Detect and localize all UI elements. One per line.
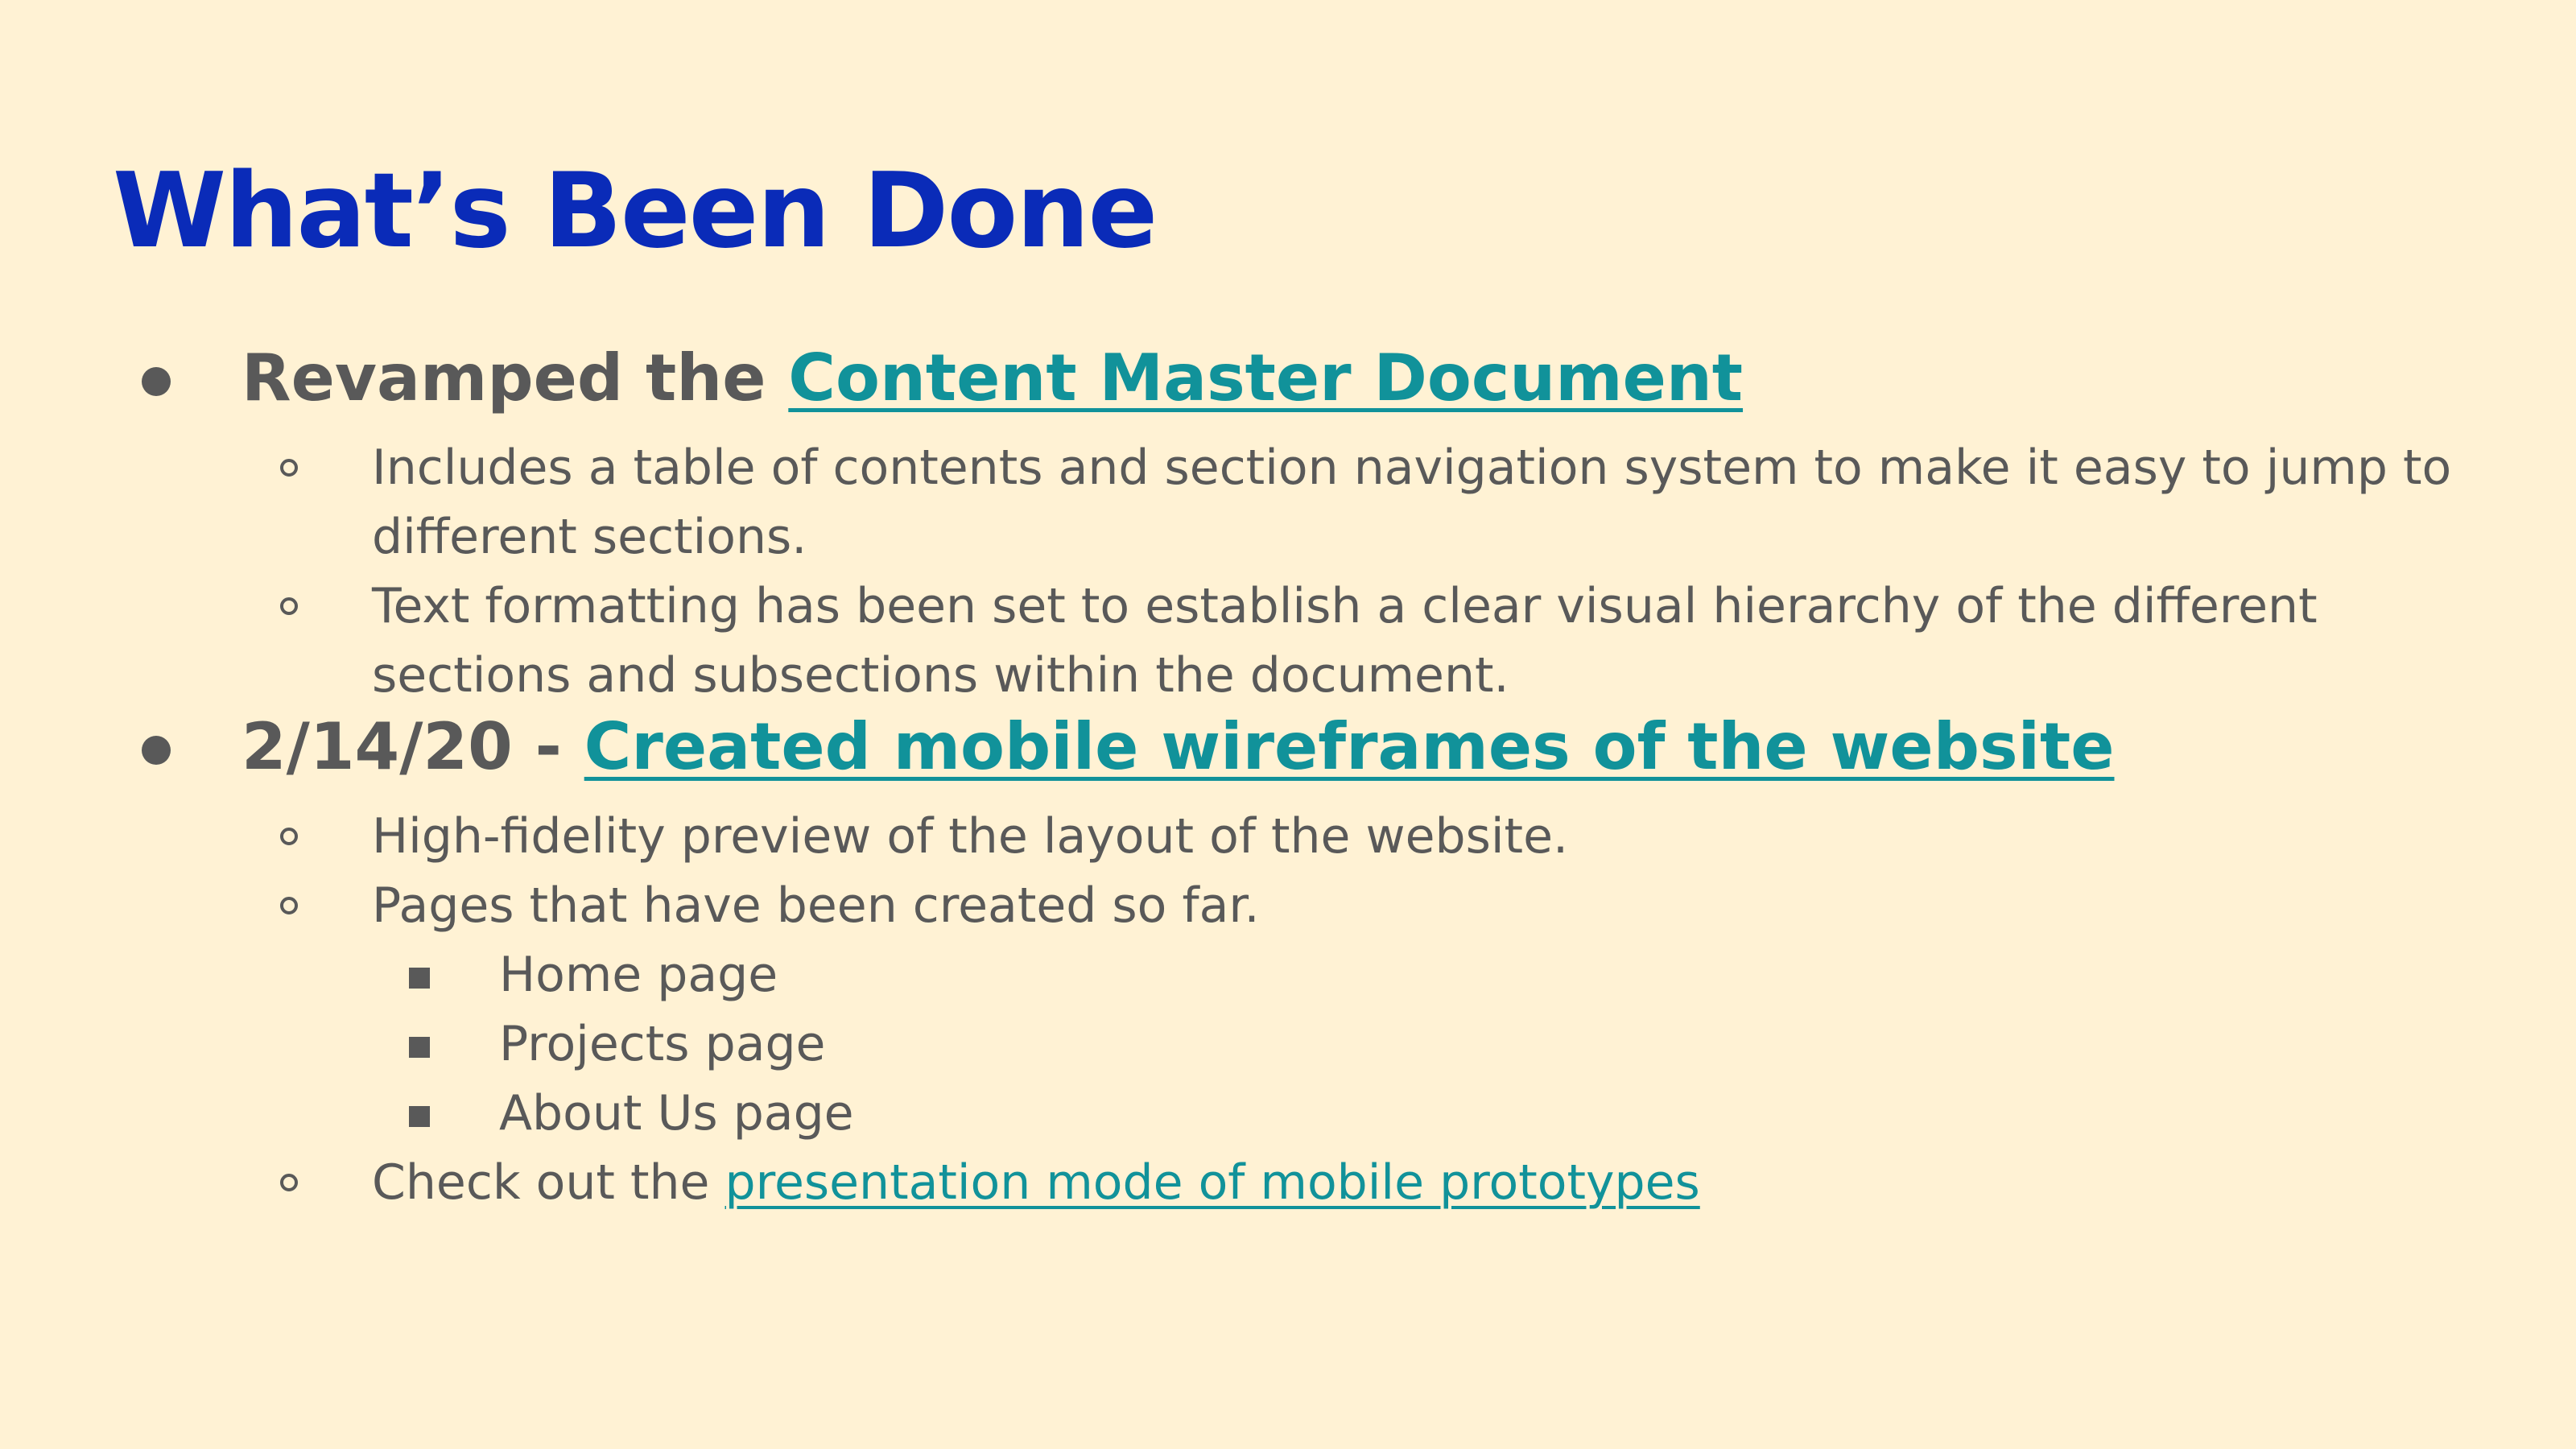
square-bullet-icon	[409, 968, 430, 989]
bullet-item: 2/14/20 - Created mobile wireframes of t…	[0, 707, 2576, 787]
hollow-circle-icon	[280, 897, 298, 914]
page-list-item: Home page	[0, 940, 2576, 1009]
slide: What’s Been Done Revamped the Content Ma…	[0, 0, 2576, 1449]
sub-bullet-prefix: Check out the	[372, 1154, 725, 1211]
bullet-text: Revamped the Content Master Document	[242, 338, 1743, 419]
hollow-circle-icon	[280, 1174, 298, 1191]
mobile-wireframes-link[interactable]: Created mobile wireframes of the website	[584, 709, 2115, 784]
slide-title: What’s Been Done	[113, 151, 1158, 271]
bullet-prefix: Revamped the	[242, 341, 789, 415]
sub-bullet-item: Check out the presentation mode of mobil…	[0, 1148, 2576, 1217]
bullet-text: 2/14/20 - Created mobile wireframes of t…	[242, 707, 2115, 787]
bullet-dot-icon	[142, 736, 171, 765]
sub-bullet-text: Text formatting has been set to establis…	[372, 578, 2318, 704]
square-bullet-icon	[409, 1106, 430, 1127]
presentation-mode-link[interactable]: presentation mode of mobile prototypes	[725, 1154, 1700, 1211]
sub-bullet-item: High-fidelity preview of the layout of t…	[0, 802, 2576, 871]
sub-bullet-text: High-fidelity preview of the layout of t…	[372, 808, 1569, 865]
square-bullet-icon	[409, 1037, 430, 1058]
page-name: Projects page	[499, 1016, 826, 1072]
hollow-circle-icon	[280, 597, 298, 615]
bullet-prefix: 2/14/20 -	[242, 709, 584, 784]
sub-bullet-text: Check out the presentation mode of mobil…	[372, 1148, 2497, 1217]
sub-bullet-item: Pages that have been created so far.	[0, 871, 2576, 940]
page-list-item: Projects page	[0, 1009, 2576, 1079]
bullet-dot-icon	[142, 367, 171, 396]
sub-bullet-item: Text formatting has been set to establis…	[0, 572, 2576, 710]
sub-bullet-text: Pages that have been created so far.	[372, 877, 1260, 934]
hollow-circle-icon	[280, 828, 298, 845]
content-master-document-link[interactable]: Content Master Document	[788, 341, 1743, 415]
page-name: Home page	[499, 947, 778, 1003]
sub-bullet-item: Includes a table of contents and section…	[0, 433, 2576, 572]
sub-bullet-text: Includes a table of contents and section…	[372, 440, 2452, 565]
page-list-item: About Us page	[0, 1079, 2576, 1148]
hollow-circle-icon	[280, 459, 298, 477]
page-name: About Us page	[499, 1085, 854, 1141]
bullet-item: Revamped the Content Master Document	[0, 338, 2576, 419]
